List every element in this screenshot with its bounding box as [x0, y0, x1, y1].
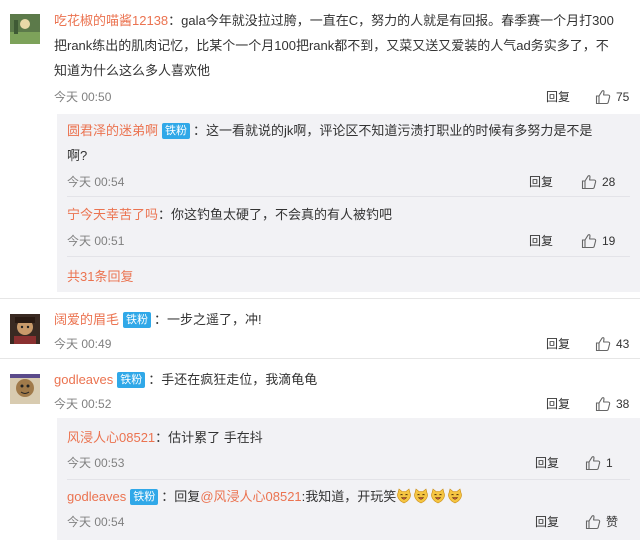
reply-prefix: 回复 — [174, 489, 201, 504]
username[interactable]: 宁今天幸苦了吗 — [67, 207, 158, 222]
like-button[interactable]: 28 — [581, 173, 615, 191]
timestamp: 今天 00:50 — [54, 90, 112, 104]
thumbs-up-icon — [595, 336, 611, 352]
laughing-face-icon — [430, 488, 446, 504]
like-count: 28 — [602, 175, 616, 189]
timestamp: 今天 00:51 — [67, 234, 125, 248]
fan-badge[interactable]: 铁粉 — [123, 312, 152, 328]
reply-text: 啊? — [67, 148, 88, 163]
reply-button[interactable]: 回复 — [546, 88, 570, 106]
thumbs-up-icon — [585, 455, 601, 471]
like-count: 1 — [606, 456, 613, 470]
like-button[interactable]: 43 — [595, 335, 629, 353]
reply-line: 圆君泽的迷弟啊 铁粉 ：这一看就说的jk啊，评论区不知道污渍打职业的时候有多努力是不… — [67, 120, 592, 142]
reply-line: 风浸人心08521：估计累了 手在抖 — [67, 427, 263, 449]
fan-badge[interactable]: 铁粉 — [117, 372, 146, 388]
thumbs-up-icon — [581, 233, 597, 249]
colon: ： — [161, 489, 175, 504]
like-button[interactable]: 75 — [595, 88, 629, 106]
reply-line: godleaves 铁粉 ：回复@风浸人心08521:我知道，开玩笑 — [67, 486, 464, 508]
emoji-group — [396, 489, 464, 504]
reply-text: 这一看就说的jk啊，评论区不知道污渍打职业的时候有多努力是不是 — [206, 123, 593, 138]
reply-button[interactable]: 回复 — [546, 395, 570, 413]
like-button[interactable]: 赞 — [585, 513, 618, 531]
like-button[interactable]: 1 — [585, 454, 613, 472]
username[interactable]: godleaves — [54, 372, 113, 387]
comment-text: 知道为什么这么多人喜欢他 — [54, 63, 211, 78]
laughing-face-icon — [396, 488, 412, 504]
reply-list: 风浸人心08521：估计累了 手在抖 今天 00:53 回复 1 godleav… — [57, 418, 640, 540]
divider — [67, 479, 630, 480]
comment-item: 吃花椒的喵酱12138：gala今年就没拉过胯，一直在C，努力的人就是有回报。春… — [0, 0, 640, 110]
reply-text: 你这钓鱼太硬了，不会真的有人被钓吧 — [171, 207, 393, 222]
timestamp: 今天 00:53 — [67, 456, 125, 470]
timestamp: 今天 00:52 — [54, 397, 112, 411]
comment-item: 阔爱的眉毛 铁粉 ：一步之遥了，冲! 今天 00:49 回复 43 — [0, 300, 640, 358]
divider — [0, 298, 640, 299]
reply-button[interactable]: 回复 — [529, 232, 553, 250]
mention-link[interactable]: @风浸人心08521 — [200, 489, 301, 504]
timestamp: 今天 00:49 — [54, 337, 112, 351]
reply-text: :我知道，开玩笑 — [301, 489, 397, 504]
comment-text: gala今年就没拉过胯，一直在C，努力的人就是有回报。春季赛一个月打300 — [181, 13, 614, 28]
like-button[interactable]: 19 — [581, 232, 615, 250]
comment-line: 吃花椒的喵酱12138：gala今年就没拉过胯，一直在C，努力的人就是有回报。春… — [54, 10, 614, 32]
comment-line: godleaves 铁粉 ：手还在疯狂走位，我滴龟龟 — [54, 369, 317, 391]
colon: ： — [158, 207, 172, 222]
thumbs-up-icon — [595, 396, 611, 412]
reply-line: 宁今天幸苦了吗：你这钓鱼太硬了，不会真的有人被钓吧 — [67, 204, 392, 226]
reply-button[interactable]: 回复 — [535, 454, 559, 472]
reply-button[interactable]: 回复 — [535, 513, 559, 531]
like-count: 38 — [616, 397, 630, 411]
timestamp: 今天 00:54 — [67, 515, 125, 529]
like-count: 75 — [616, 90, 630, 104]
reply-list: 圆君泽的迷弟啊 铁粉 ：这一看就说的jk啊，评论区不知道污渍打职业的时候有多努力是不… — [57, 114, 640, 292]
like-count: 19 — [602, 234, 616, 248]
username[interactable]: godleaves — [67, 489, 126, 504]
reply-text: 估计累了 手在抖 — [168, 430, 263, 445]
reply-button[interactable]: 回复 — [529, 173, 553, 191]
avatar[interactable] — [10, 314, 40, 344]
more-replies-link[interactable]: 共31条回复 — [67, 266, 133, 285]
comment-text: 把rank练出的肌肉记忆，比某个一个月100把rank都不到，又菜又送又爱装的人… — [54, 38, 609, 53]
fan-badge[interactable]: 铁粉 — [130, 489, 159, 505]
thumbs-up-icon — [595, 89, 611, 105]
timestamp: 今天 00:54 — [67, 175, 125, 189]
divider — [67, 256, 630, 257]
username[interactable]: 吃花椒的喵酱12138 — [54, 13, 168, 28]
fan-badge[interactable]: 铁粉 — [162, 123, 191, 139]
laughing-face-icon — [413, 488, 429, 504]
username[interactable]: 圆君泽的迷弟啊 — [67, 123, 158, 138]
like-count: 赞 — [606, 515, 619, 529]
divider — [67, 196, 630, 197]
colon: ： — [155, 430, 169, 445]
comment-item: godleaves 铁粉 ：手还在疯狂走位，我滴龟龟 今天 00:52 回复 38 — [0, 360, 640, 415]
username[interactable]: 阔爱的眉毛 — [54, 312, 119, 327]
username[interactable]: 风浸人心08521 — [67, 430, 155, 445]
colon: ： — [154, 312, 168, 327]
colon: ： — [168, 13, 182, 28]
thumbs-up-icon — [581, 174, 597, 190]
thumbs-up-icon — [585, 514, 601, 530]
comment-line: 阔爱的眉毛 铁粉 ：一步之遥了，冲! — [54, 309, 262, 331]
comment-text: 一步之遥了，冲! — [167, 312, 262, 327]
reply-button[interactable]: 回复 — [546, 335, 570, 353]
like-button[interactable]: 38 — [595, 395, 629, 413]
comment-text: 手还在疯狂走位，我滴龟龟 — [161, 372, 318, 387]
laughing-face-icon — [447, 488, 463, 504]
like-count: 43 — [616, 337, 630, 351]
avatar[interactable] — [10, 374, 40, 404]
colon: ： — [193, 123, 207, 138]
colon: ： — [148, 372, 162, 387]
divider — [0, 358, 640, 359]
avatar[interactable] — [10, 14, 40, 44]
